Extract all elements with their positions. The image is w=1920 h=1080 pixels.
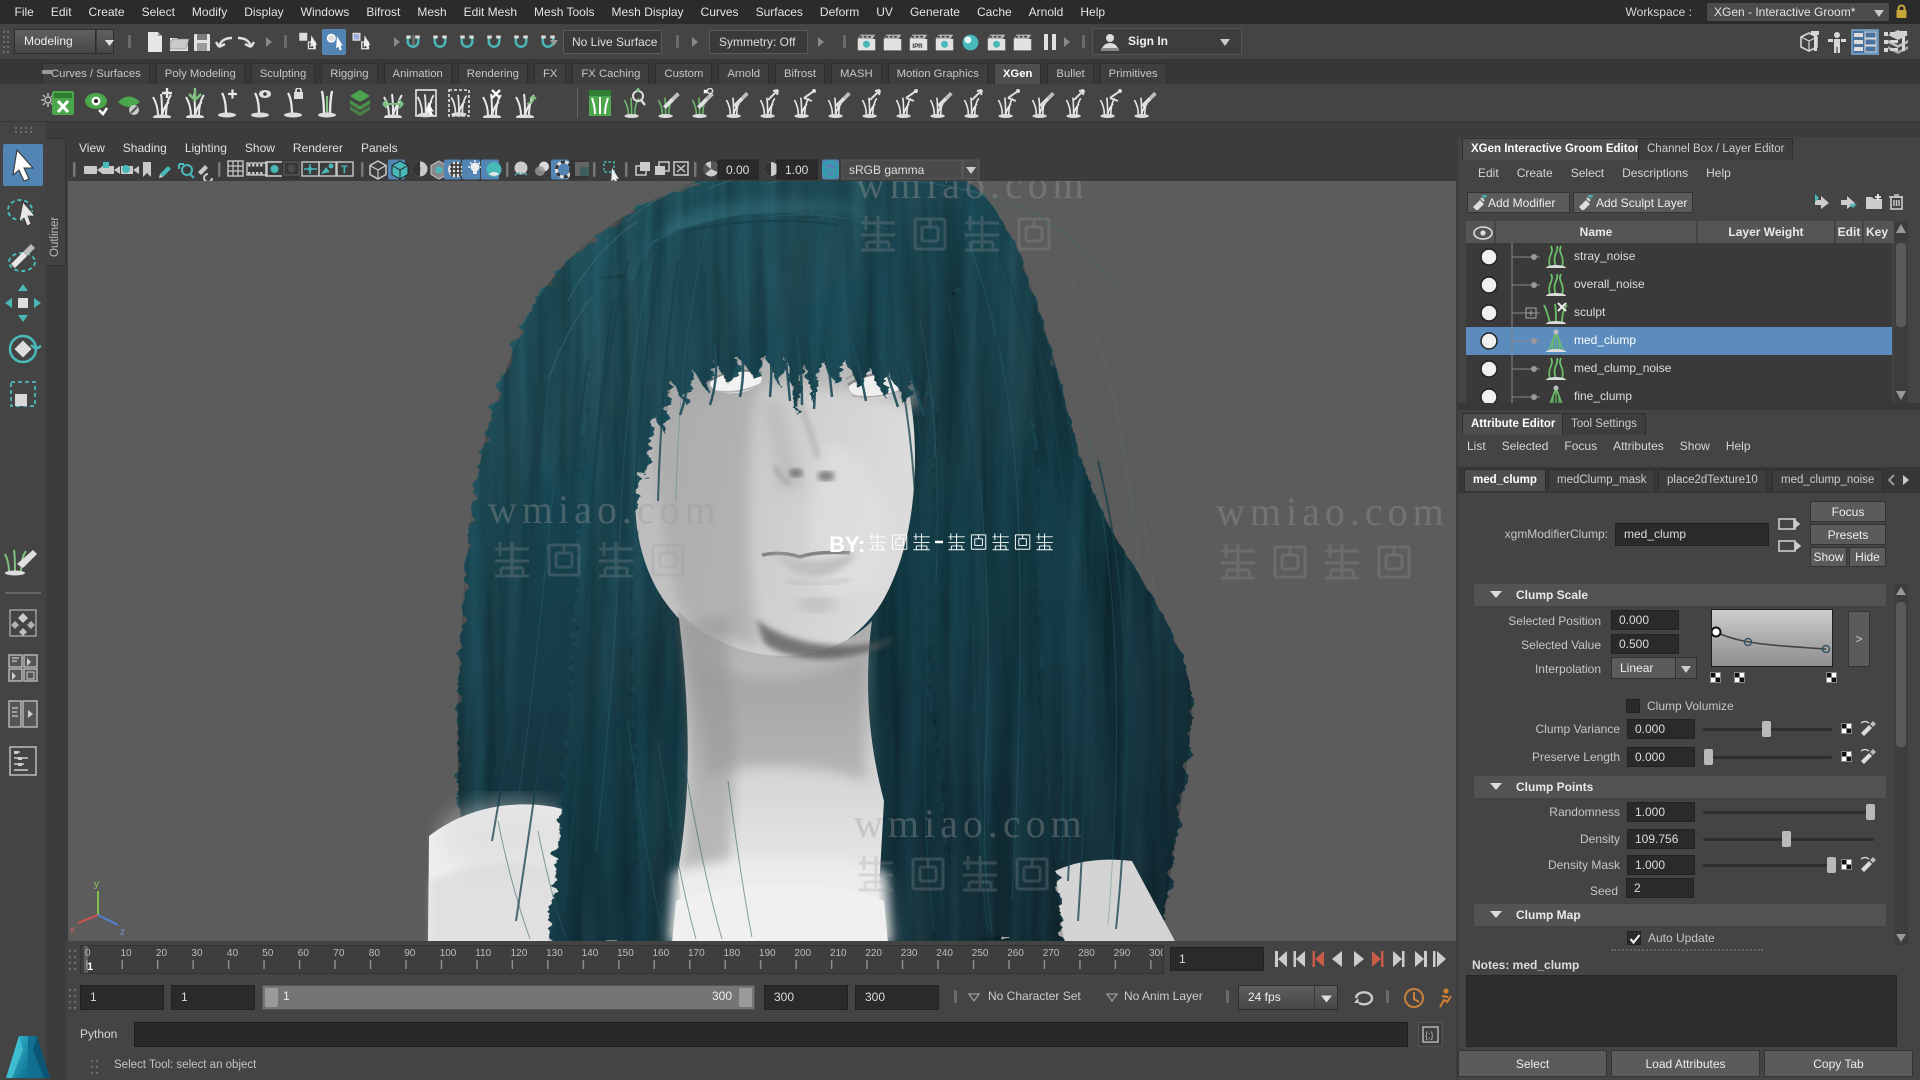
svg-text:260: 260 <box>1007 948 1024 959</box>
svg-text:wmiao.com: wmiao.com <box>1216 489 1449 534</box>
svg-text:90: 90 <box>404 948 416 959</box>
svg-text:140: 140 <box>582 948 599 959</box>
svg-text:0: 0 <box>85 948 91 959</box>
svg-text:z: z <box>120 927 125 938</box>
svg-text:100: 100 <box>440 948 457 959</box>
svg-text:x: x <box>70 925 75 936</box>
svg-text:190: 190 <box>759 948 776 959</box>
svg-text:BY:: BY: <box>829 532 865 557</box>
svg-text:T: T <box>341 164 348 176</box>
svg-text:60: 60 <box>298 948 310 959</box>
svg-text:sRGB gamma: sRGB gamma <box>849 163 925 177</box>
svg-text:wmiao.com: wmiao.com <box>488 487 721 532</box>
svg-text:30: 30 <box>191 948 203 959</box>
svg-text:IPR: IPR <box>912 43 923 50</box>
svg-text:120: 120 <box>511 948 528 959</box>
svg-text:250: 250 <box>972 948 989 959</box>
svg-text:170: 170 <box>688 948 705 959</box>
svg-text:300: 300 <box>1149 948 1163 959</box>
svg-text:290: 290 <box>1114 948 1131 959</box>
svg-text:1: 1 <box>87 961 93 973</box>
svg-text:0.00: 0.00 <box>726 163 750 177</box>
svg-text:220: 220 <box>865 948 882 959</box>
svg-text:y: y <box>94 879 99 890</box>
svg-text:40: 40 <box>227 948 239 959</box>
svg-text:180: 180 <box>724 948 741 959</box>
svg-text:130: 130 <box>546 948 563 959</box>
svg-text:20: 20 <box>156 948 168 959</box>
svg-text:110: 110 <box>475 948 491 959</box>
svg-text:50: 50 <box>262 948 274 959</box>
svg-text:wmiao.com: wmiao.com <box>854 801 1087 846</box>
svg-text:80: 80 <box>369 948 381 959</box>
svg-text:270: 270 <box>1043 948 1060 959</box>
svg-text:wmiao.com: wmiao.com <box>856 181 1089 207</box>
svg-text:1.00: 1.00 <box>785 163 809 177</box>
svg-text:230: 230 <box>901 948 918 959</box>
svg-text:10: 10 <box>121 948 133 959</box>
svg-text:200: 200 <box>794 948 811 959</box>
svg-text:240: 240 <box>936 948 953 959</box>
svg-text:160: 160 <box>653 948 670 959</box>
svg-text:{;}: {;} <box>1425 1030 1434 1040</box>
svg-text:70: 70 <box>333 948 345 959</box>
svg-text:280: 280 <box>1078 948 1095 959</box>
svg-text:ON: ON <box>824 166 835 175</box>
svg-text:210: 210 <box>830 948 847 959</box>
svg-text:150: 150 <box>617 948 634 959</box>
